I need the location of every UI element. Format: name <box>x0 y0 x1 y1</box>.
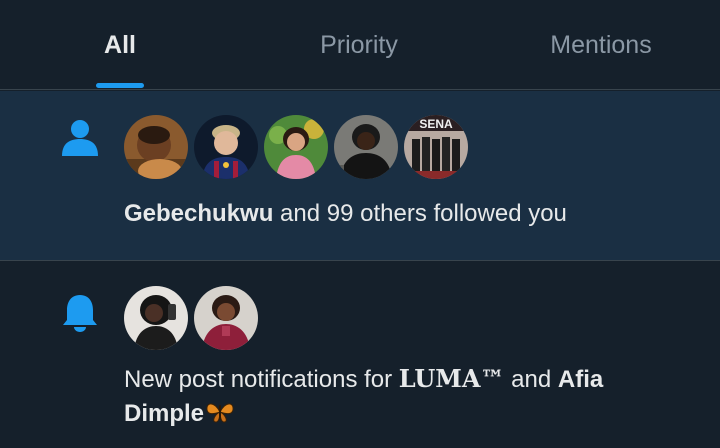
avatar[interactable] <box>194 286 258 350</box>
notification-prefix: New post notifications for <box>124 366 399 393</box>
tab-mentions[interactable]: Mentions <box>526 0 676 90</box>
avatar[interactable] <box>194 115 258 179</box>
notification-message: and 99 others followed you <box>273 200 567 227</box>
avatar[interactable]: SENA <box>404 115 468 179</box>
avatar[interactable] <box>124 115 188 179</box>
notification-tabs: All Priority Mentions <box>0 0 720 90</box>
actor-name[interactable]: Gebechukwu <box>124 200 273 227</box>
avatar[interactable] <box>264 115 328 179</box>
avatar[interactable] <box>124 286 188 350</box>
bell-icon <box>63 295 97 332</box>
notification-follow[interactable]: SENA Gebechukwu and 99 others followed y… <box>0 91 720 261</box>
notification-text: Gebechukwu and 99 others followed you <box>124 197 680 231</box>
subscription-avatars <box>124 286 258 350</box>
notification-subscription[interactable]: New post notifications for LUMA™ and Afi… <box>0 262 720 448</box>
tab-all[interactable]: All <box>80 0 160 90</box>
tab-priority[interactable]: Priority <box>289 0 429 90</box>
butterfly-icon <box>206 403 234 423</box>
follower-avatars: SENA <box>124 115 468 179</box>
avatar[interactable] <box>334 115 398 179</box>
svg-text:SENA: SENA <box>419 117 453 131</box>
notification-text: New post notifications for LUMA™ and Afi… <box>124 362 680 431</box>
active-tab-indicator <box>96 83 144 88</box>
account-name-luma[interactable]: LUMA™ <box>399 364 505 393</box>
person-icon <box>62 120 98 156</box>
notification-joiner: and <box>504 366 558 393</box>
